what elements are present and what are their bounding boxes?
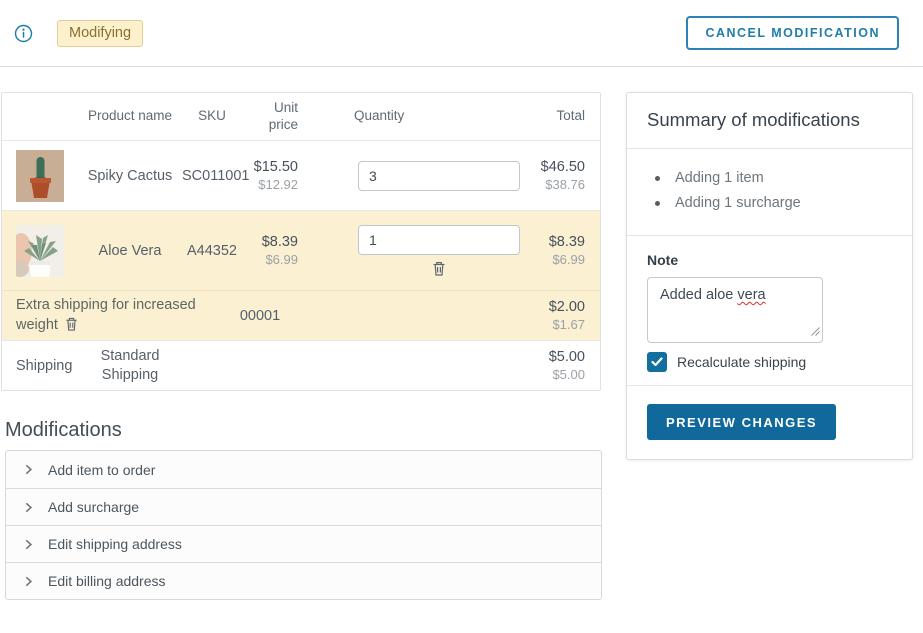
accordion-label: Edit shipping address	[48, 536, 182, 552]
accordion-label: Edit billing address	[48, 573, 166, 589]
accordion-label: Add item to order	[48, 462, 155, 478]
product-sku: A44352	[182, 243, 242, 259]
spiky-cactus-photo	[16, 150, 64, 202]
chevron-right-icon	[23, 576, 34, 587]
quantity-input[interactable]	[358, 225, 520, 255]
table-row-shipping: Shipping Standard Shipping $5.00 $5.00	[2, 340, 600, 390]
recalculate-shipping-checkbox[interactable]	[647, 352, 667, 372]
status-badge: Modifying	[57, 20, 143, 47]
shipping-method: Standard Shipping	[78, 347, 182, 385]
unit-price: $8.39	[242, 234, 298, 250]
row-total-secondary: $38.76	[534, 177, 585, 192]
unit-price-secondary: $12.92	[242, 177, 298, 192]
table-row-spiky-cactus: Spiky Cactus SC011001 $15.50 $12.92 $46.…	[2, 140, 600, 210]
product-name: Aloe Vera	[78, 243, 182, 259]
chevron-right-icon	[23, 464, 34, 475]
unit-price: $15.50	[242, 159, 298, 175]
table-row-surcharge: Extra shipping for increased weight 0000…	[2, 290, 600, 340]
accordion-edit-billing-address[interactable]: Edit billing address	[6, 562, 601, 599]
remove-surcharge-button[interactable]	[64, 316, 79, 332]
order-items-table: Product name SKU Unit price Quantity Tot…	[1, 92, 601, 391]
chevron-right-icon	[23, 539, 34, 550]
aloe-vera-photo	[16, 225, 64, 277]
table-header-row: Product name SKU Unit price Quantity Tot…	[2, 93, 600, 140]
trash-icon	[64, 316, 79, 332]
note-text: Added aloe	[660, 287, 737, 303]
table-row-aloe-vera: Aloe Vera A44352 $8.39 $6.99	[2, 210, 600, 290]
summary-of-modifications-panel: Summary of modifications Adding 1 item A…	[626, 92, 913, 460]
unit-price-secondary: $6.99	[242, 252, 298, 267]
accordion-edit-shipping-address[interactable]: Edit shipping address	[6, 525, 601, 562]
summary-title: Summary of modifications	[647, 106, 892, 135]
product-name: Spiky Cactus	[78, 168, 182, 184]
col-product-name: Product name	[78, 108, 182, 125]
note-label: Note	[647, 252, 892, 268]
checkmark-icon	[651, 357, 663, 367]
accordion-label: Add surcharge	[48, 499, 139, 515]
row-total: $2.00	[298, 299, 585, 315]
trash-icon	[431, 260, 447, 277]
modifications-heading: Modifications	[5, 419, 601, 442]
accordion-add-surcharge[interactable]: Add surcharge	[6, 488, 601, 525]
modification-status-bar: Modifying CANCEL MODIFICATION	[0, 0, 923, 67]
row-total: $5.00	[534, 349, 585, 365]
row-total-secondary: $5.00	[534, 367, 585, 382]
note-textarea[interactable]: Added aloe vera	[647, 277, 823, 343]
summary-items-list: Adding 1 item Adding 1 surcharge	[647, 162, 892, 222]
col-total: Total	[534, 108, 600, 125]
modifications-accordion: Add item to order Add surcharge Edit shi…	[5, 450, 602, 600]
col-quantity: Quantity	[298, 108, 534, 125]
col-sku: SKU	[182, 108, 242, 125]
row-total: $46.50	[534, 159, 585, 175]
surcharge-label: Extra shipping for increased weight	[16, 297, 196, 333]
note-text-misspelled: vera	[737, 287, 765, 303]
info-icon[interactable]	[14, 24, 33, 43]
col-unit-price: Unit price	[242, 100, 298, 134]
accordion-add-item[interactable]: Add item to order	[6, 451, 601, 488]
recalculate-shipping-label: Recalculate shipping	[677, 354, 806, 370]
cancel-modification-button[interactable]: CANCEL MODIFICATION	[686, 16, 899, 50]
remove-item-button[interactable]	[431, 260, 447, 277]
shipping-label: Shipping	[2, 358, 78, 374]
chevron-right-icon	[23, 502, 34, 513]
textarea-resize-handle[interactable]	[811, 324, 820, 340]
surcharge-sku: 00001	[222, 308, 298, 324]
row-total-secondary: $6.99	[534, 252, 585, 267]
row-total: $8.39	[534, 234, 585, 250]
preview-changes-button[interactable]: PREVIEW CHANGES	[647, 404, 836, 440]
summary-item: Adding 1 surcharge	[653, 191, 892, 216]
summary-item: Adding 1 item	[653, 166, 892, 191]
row-total-secondary: $1.67	[298, 317, 585, 332]
quantity-input[interactable]	[358, 161, 520, 191]
product-sku: SC011001	[182, 168, 242, 184]
